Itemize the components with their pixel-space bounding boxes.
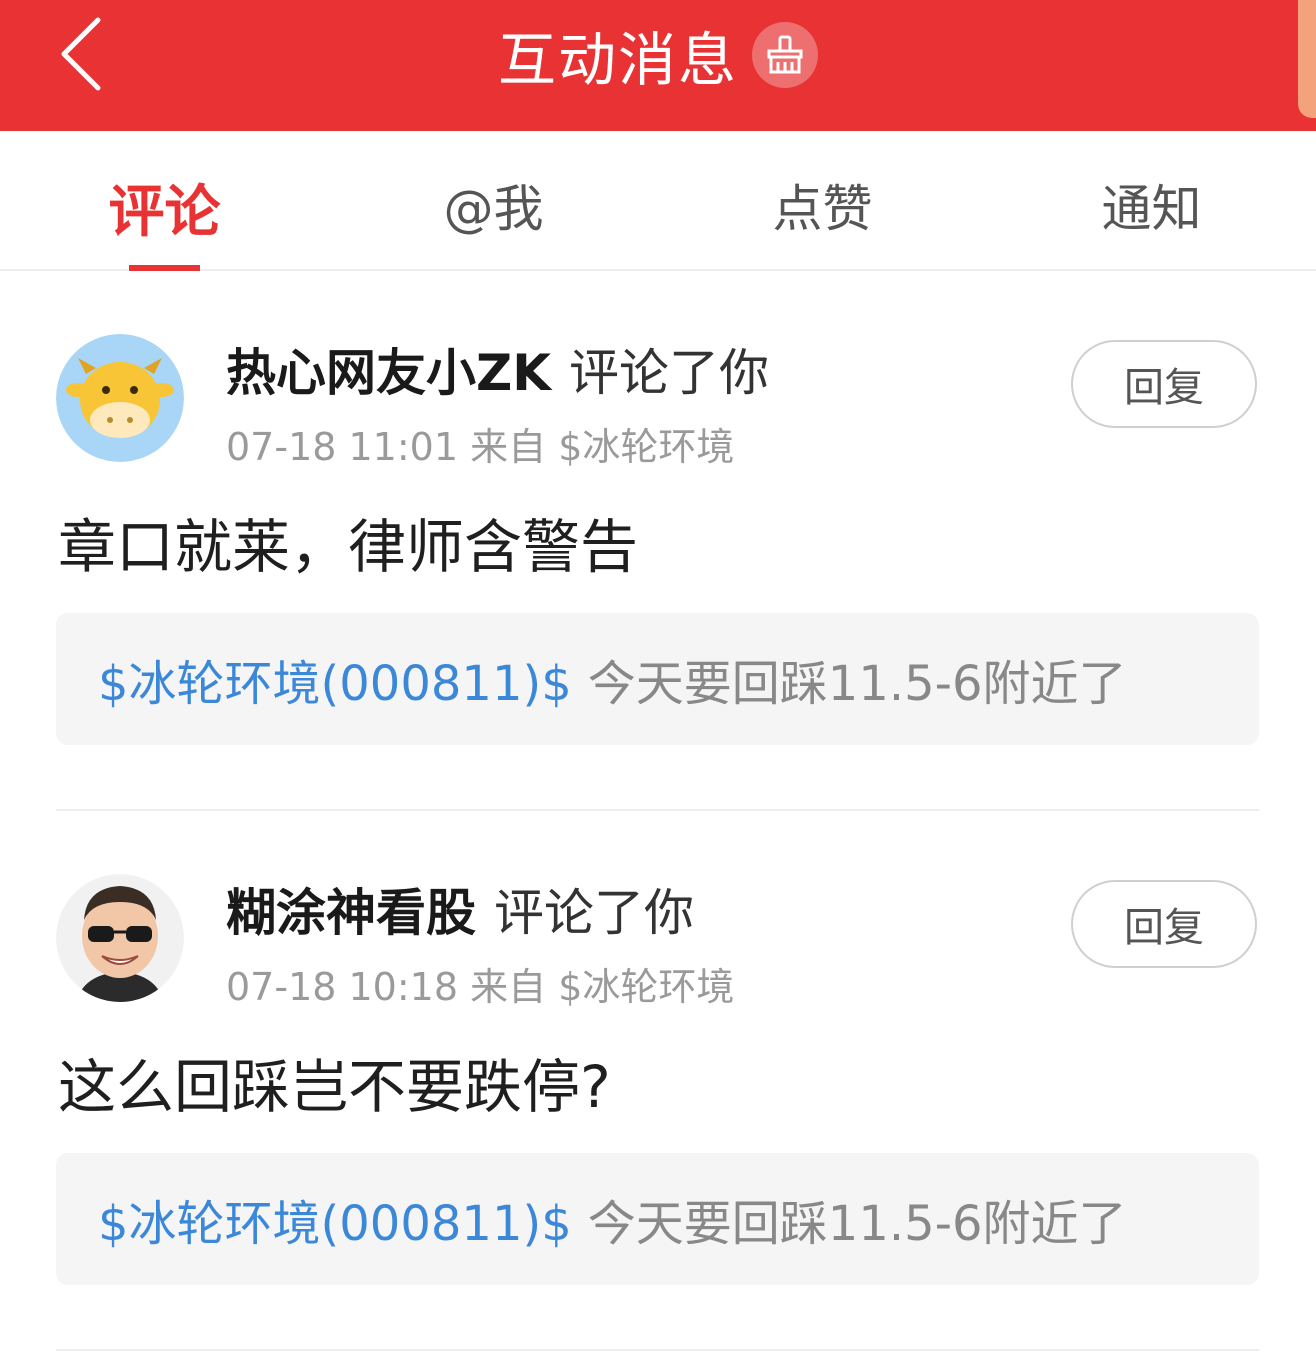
username[interactable]: 热心网友小ZK	[226, 344, 551, 402]
tab-notifications[interactable]: 通知	[987, 131, 1316, 269]
quote-text: 今天要回踩11.5-6附近了	[587, 656, 1127, 712]
message-header: 热心网友小ZK 评论了你	[226, 333, 769, 405]
tab-notifications-label: 通知	[1101, 180, 1202, 238]
quoted-post[interactable]: $冰轮环境(000811)$ 今天要回踩11.5-6附近了	[56, 613, 1259, 745]
cow-avatar-icon	[56, 334, 184, 462]
quote-text: 今天要回踩11.5-6附近了	[587, 1196, 1127, 1252]
top-bar: 互动消息	[0, 0, 1316, 131]
avatar[interactable]	[56, 874, 184, 1002]
broom-icon	[767, 35, 803, 74]
divider	[56, 1349, 1259, 1351]
tab-bar: 评论 @我 点赞 通知	[0, 131, 1316, 271]
reply-button[interactable]: 回复	[1071, 880, 1257, 968]
message-meta: 07-18 10:18 来自 $冰轮环境	[226, 956, 734, 1011]
avatar[interactable]	[56, 334, 184, 462]
clear-messages-button[interactable]	[752, 22, 818, 88]
edge-handle	[1298, 0, 1316, 118]
source-label: 来自 $冰轮环境	[470, 425, 735, 469]
stock-link[interactable]: $冰轮环境(000811)$	[98, 644, 572, 714]
tab-mentions[interactable]: @我	[329, 131, 658, 269]
action-text: 评论了你	[494, 884, 694, 942]
timestamp: 07-18 11:01	[226, 425, 459, 469]
tab-comments[interactable]: 评论	[0, 131, 329, 269]
source-label: 来自 $冰轮环境	[470, 965, 735, 1009]
active-tab-indicator	[129, 265, 200, 271]
title-area: 互动消息	[0, 0, 1316, 110]
tab-likes[interactable]: 点赞	[658, 131, 987, 269]
reply-button[interactable]: 回复	[1071, 340, 1257, 428]
reply-button-label: 回复	[1124, 905, 1204, 951]
username[interactable]: 糊涂神看股	[226, 884, 476, 942]
action-text: 评论了你	[569, 344, 769, 402]
comment-content: 章口就莱，律师含警告	[58, 513, 639, 581]
message-meta: 07-18 11:01 来自 $冰轮环境	[226, 416, 734, 471]
tab-mentions-label: @我	[443, 180, 544, 238]
divider	[56, 809, 1259, 811]
comment-content: 这么回踩岂不要跌停?	[58, 1053, 611, 1121]
sunglasses-man-avatar-icon	[56, 874, 184, 1002]
tab-likes-label: 点赞	[772, 180, 873, 238]
timestamp: 07-18 10:18	[226, 965, 459, 1009]
quoted-post[interactable]: $冰轮环境(000811)$ 今天要回踩11.5-6附近了	[56, 1153, 1259, 1285]
reply-button-label: 回复	[1124, 365, 1204, 411]
page-title: 互动消息	[497, 26, 738, 94]
stock-link[interactable]: $冰轮环境(000811)$	[98, 1184, 572, 1254]
message-header: 糊涂神看股 评论了你	[226, 873, 694, 945]
tab-comments-label: 评论	[108, 180, 221, 245]
